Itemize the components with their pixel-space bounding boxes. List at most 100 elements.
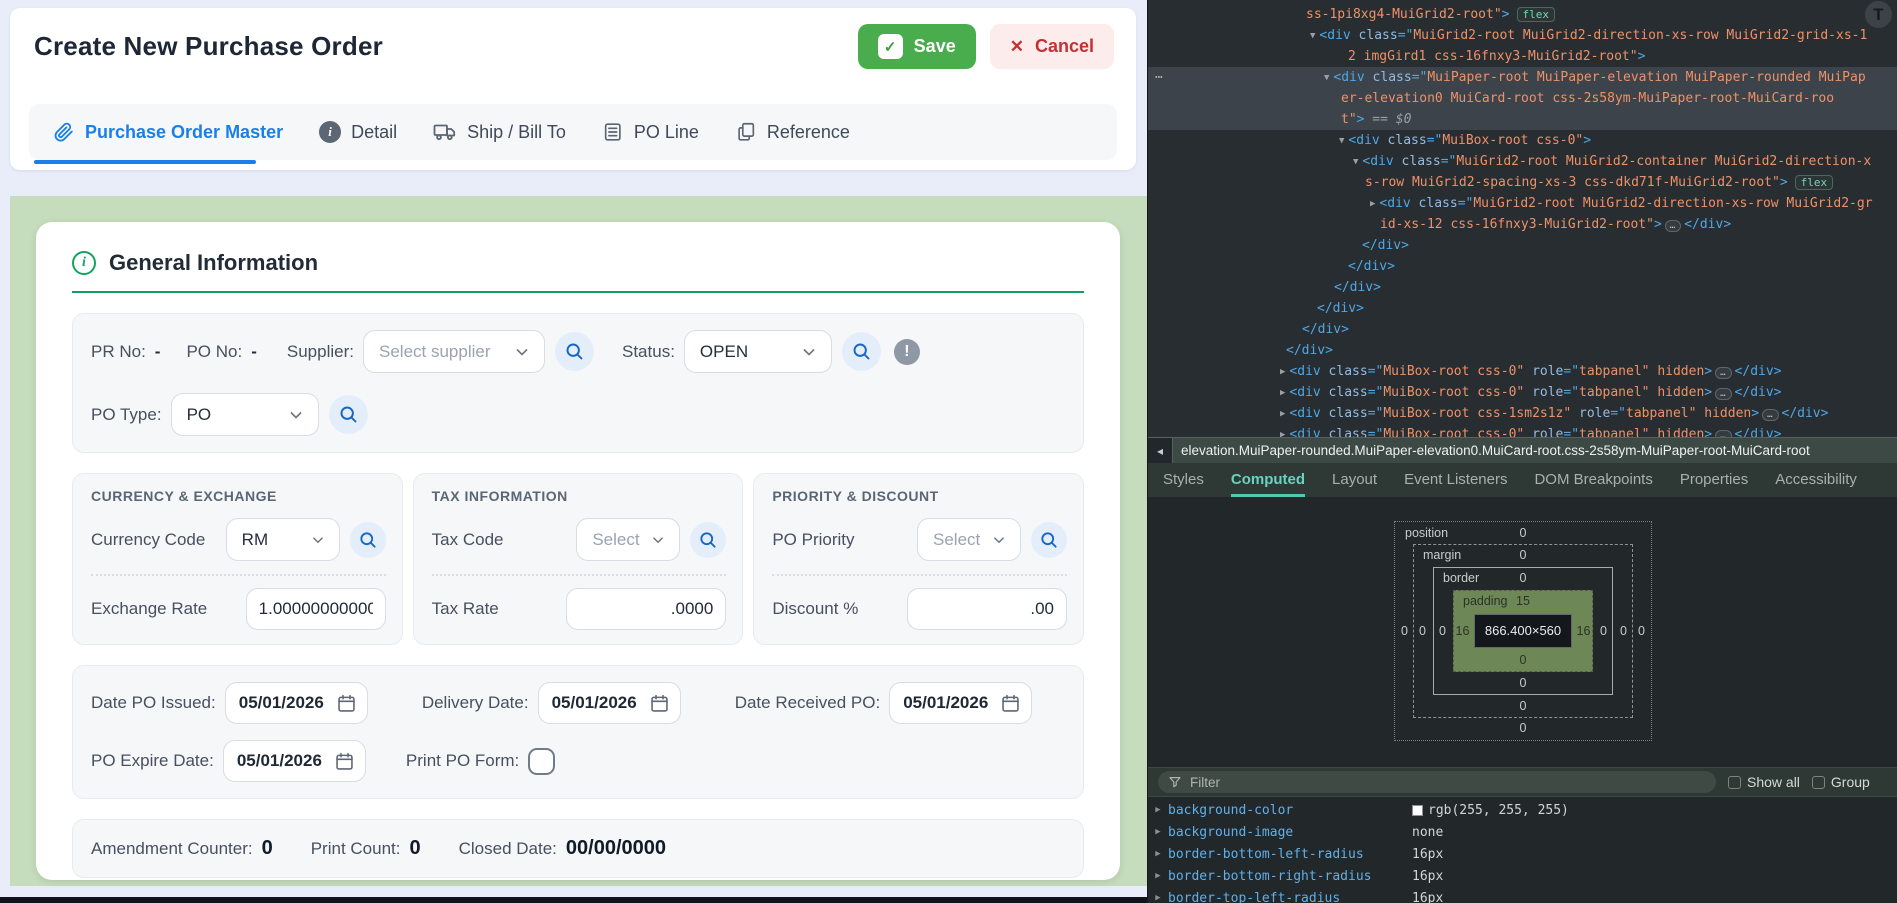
tree-line[interactable]: er-elevation0 MuiCard-root css-2s58ym-Mu… xyxy=(1148,88,1897,109)
inspector-tab-layout[interactable]: Layout xyxy=(1332,471,1377,497)
expand-arrow-icon[interactable]: ▶ xyxy=(1148,805,1168,815)
currency-code-label: Currency Code xyxy=(91,530,205,550)
expand-arrow-icon[interactable]: ▶ xyxy=(1148,871,1168,881)
box-model-diagram[interactable]: position 0 0 margin 0 0 xyxy=(1394,521,1652,741)
collapsed-content-icon[interactable]: … xyxy=(1762,409,1778,421)
inspector-tab-styles[interactable]: Styles xyxy=(1163,471,1204,497)
code-token: =" xyxy=(1441,154,1457,169)
chevron-down-icon xyxy=(990,531,1008,549)
tree-line[interactable]: 2 imgGird1 css-16fnxy3-MuiGrid2-root"> xyxy=(1148,46,1897,67)
show-all-checkbox[interactable] xyxy=(1728,776,1741,789)
expand-arrow-icon[interactable]: ▶ xyxy=(1148,893,1168,903)
date-received-po-field[interactable]: 05/01/2026 xyxy=(889,682,1032,724)
tax-code-search-button[interactable] xyxy=(690,522,726,558)
group-checkbox[interactable] xyxy=(1812,776,1825,789)
inspector-tab-dom-breakpoints[interactable]: DOM Breakpoints xyxy=(1534,471,1652,497)
tree-line[interactable]: </div> xyxy=(1148,298,1897,319)
po-priority-search-button[interactable] xyxy=(1031,522,1067,558)
discount-input[interactable] xyxy=(907,588,1067,630)
code-token: MuiBox-root css-0" xyxy=(1383,427,1524,437)
line-menu-dots[interactable]: ⋯ xyxy=(1155,67,1164,88)
tab-detail[interactable]: iDetail xyxy=(319,121,397,143)
tree-line[interactable]: </div> xyxy=(1148,340,1897,361)
code-token: MuiPaper-root MuiPaper-elevation MuiPape… xyxy=(1427,70,1865,85)
print-po-form-checkbox[interactable] xyxy=(528,748,555,775)
tree-line[interactable]: </div> xyxy=(1148,277,1897,298)
status-search-button[interactable] xyxy=(842,332,881,371)
code-token: <div xyxy=(1362,154,1393,169)
filter-input[interactable] xyxy=(1190,775,1706,790)
inspector-tab-computed[interactable]: Computed xyxy=(1231,471,1305,497)
tree-line[interactable]: ▼<div class="MuiGrid2-root MuiGrid2-dire… xyxy=(1148,25,1897,46)
date-po-issued-field[interactable]: 05/01/2026 xyxy=(225,682,368,724)
exchange-rate-input[interactable] xyxy=(246,588,386,630)
delivery-date-field[interactable]: 05/01/2026 xyxy=(538,682,681,724)
tree-line[interactable]: ▶<div class="MuiBox-root css-0" role="ta… xyxy=(1148,424,1897,437)
tree-line[interactable]: ▼<div class="MuiBox-root css-0"> xyxy=(1148,130,1897,151)
currency-code-select[interactable]: RM xyxy=(226,518,340,561)
tree-line[interactable]: ▼<div class="MuiGrid2-root MuiGrid2-cont… xyxy=(1148,151,1897,172)
tree-line[interactable]: </div> xyxy=(1148,319,1897,340)
po-type-select[interactable]: PO xyxy=(171,393,319,436)
tree-line[interactable]: ▶<div class="MuiBox-root css-1sm2s1z" ro… xyxy=(1148,403,1897,424)
status-select[interactable]: OPEN xyxy=(684,330,832,373)
tab-ship-bill-to[interactable]: Ship / Bill To xyxy=(433,120,566,144)
expand-arrow-icon[interactable]: ▶ xyxy=(1148,827,1168,837)
currency-search-button[interactable] xyxy=(350,522,386,558)
computed-property-row[interactable]: ▶border-bottom-left-radius16px xyxy=(1148,843,1897,865)
code-token: MuiBox-root css-0" xyxy=(1383,364,1524,379)
tax-code-select[interactable]: Select xyxy=(576,518,680,561)
tree-line[interactable]: </div> xyxy=(1148,235,1897,256)
tree-line[interactable]: s-row MuiGrid2-spacing-xs-3 css-dkd71f-M… xyxy=(1148,172,1897,193)
computed-property-row[interactable]: ▶background-imagenone xyxy=(1148,821,1897,843)
margin-label: margin xyxy=(1423,545,1461,566)
collapsed-content-icon[interactable]: … xyxy=(1665,220,1681,232)
cancel-x-icon: ✕ xyxy=(1010,37,1024,57)
paperclip-icon xyxy=(53,121,75,143)
flex-badge[interactable]: flex xyxy=(1517,7,1556,22)
supplier-search-button[interactable] xyxy=(555,332,594,371)
filter-pill[interactable] xyxy=(1158,771,1716,793)
inspector-tab-event-listeners[interactable]: Event Listeners xyxy=(1404,471,1507,497)
save-button[interactable]: ✓ Save xyxy=(858,24,976,69)
code-token: tabpanel" xyxy=(1579,364,1649,379)
expand-arrow-icon[interactable]: ▶ xyxy=(1148,849,1168,859)
breadcrumb-back-button[interactable]: ◂ xyxy=(1148,438,1173,463)
tree-line[interactable]: ss-1pi8xg4-MuiGrid2-root">flex xyxy=(1148,4,1897,25)
computed-properties-list: ▶background-colorrgb(255, 255, 255)▶back… xyxy=(1148,799,1897,903)
chevron-down-icon xyxy=(799,342,819,362)
flex-badge[interactable]: flex xyxy=(1795,175,1834,190)
devtools-panel: ss-1pi8xg4-MuiGrid2-root">flex▼<div clas… xyxy=(1147,0,1897,903)
code-token: > xyxy=(1654,217,1662,232)
po-expire-date-field[interactable]: 05/01/2026 xyxy=(223,740,366,782)
code-token: MuiBox-root css-1sm2s1z" xyxy=(1383,406,1571,421)
collapsed-content-icon[interactable]: … xyxy=(1715,367,1731,379)
breadcrumb-path[interactable]: elevation.MuiPaper-rounded.MuiPaper-elev… xyxy=(1173,443,1810,458)
tab-reference[interactable]: Reference xyxy=(735,121,850,143)
po-type-search-button[interactable] xyxy=(329,395,368,434)
computed-property-row[interactable]: ▶border-top-left-radius16px xyxy=(1148,887,1897,903)
collapsed-content-icon[interactable]: … xyxy=(1715,430,1731,437)
collapsed-content-icon[interactable]: … xyxy=(1715,388,1731,400)
tree-line[interactable]: ▶<div class="MuiBox-root css-0" role="ta… xyxy=(1148,382,1897,403)
inspector-tab-properties[interactable]: Properties xyxy=(1680,471,1748,497)
tree-line[interactable]: ▶<div class="MuiBox-root css-0" role="ta… xyxy=(1148,361,1897,382)
inspect-cursor-icon[interactable]: T xyxy=(1865,1,1892,28)
supplier-select[interactable]: Select supplier xyxy=(363,330,545,373)
tree-line[interactable]: id-xs-12 css-16fnxy3-MuiGrid2-root">…</d… xyxy=(1148,214,1897,235)
color-swatch[interactable] xyxy=(1412,805,1423,816)
tree-line[interactable]: ⋯▼<div class="MuiPaper-root MuiPaper-ele… xyxy=(1148,67,1897,88)
tree-line[interactable]: ▶<div class="MuiGrid2-root MuiGrid2-dire… xyxy=(1148,193,1897,214)
tab-po-line[interactable]: PO Line xyxy=(602,121,699,143)
tree-line[interactable]: t"> == $0 xyxy=(1148,109,1897,130)
computed-property-row[interactable]: ▶border-bottom-right-radius16px xyxy=(1148,865,1897,887)
status-warning-icon[interactable]: ! xyxy=(894,339,920,365)
tree-line[interactable]: </div> xyxy=(1148,256,1897,277)
tax-rate-input[interactable] xyxy=(566,588,726,630)
computed-property-row[interactable]: ▶background-colorrgb(255, 255, 255) xyxy=(1148,799,1897,821)
po-priority-select[interactable]: Select xyxy=(917,518,1021,561)
closed-date-label: Closed Date: xyxy=(459,839,557,859)
tab-purchase-order-master[interactable]: Purchase Order Master xyxy=(53,121,283,143)
inspector-tab-accessibility[interactable]: Accessibility xyxy=(1775,471,1857,497)
cancel-button[interactable]: ✕ Cancel xyxy=(990,24,1114,69)
